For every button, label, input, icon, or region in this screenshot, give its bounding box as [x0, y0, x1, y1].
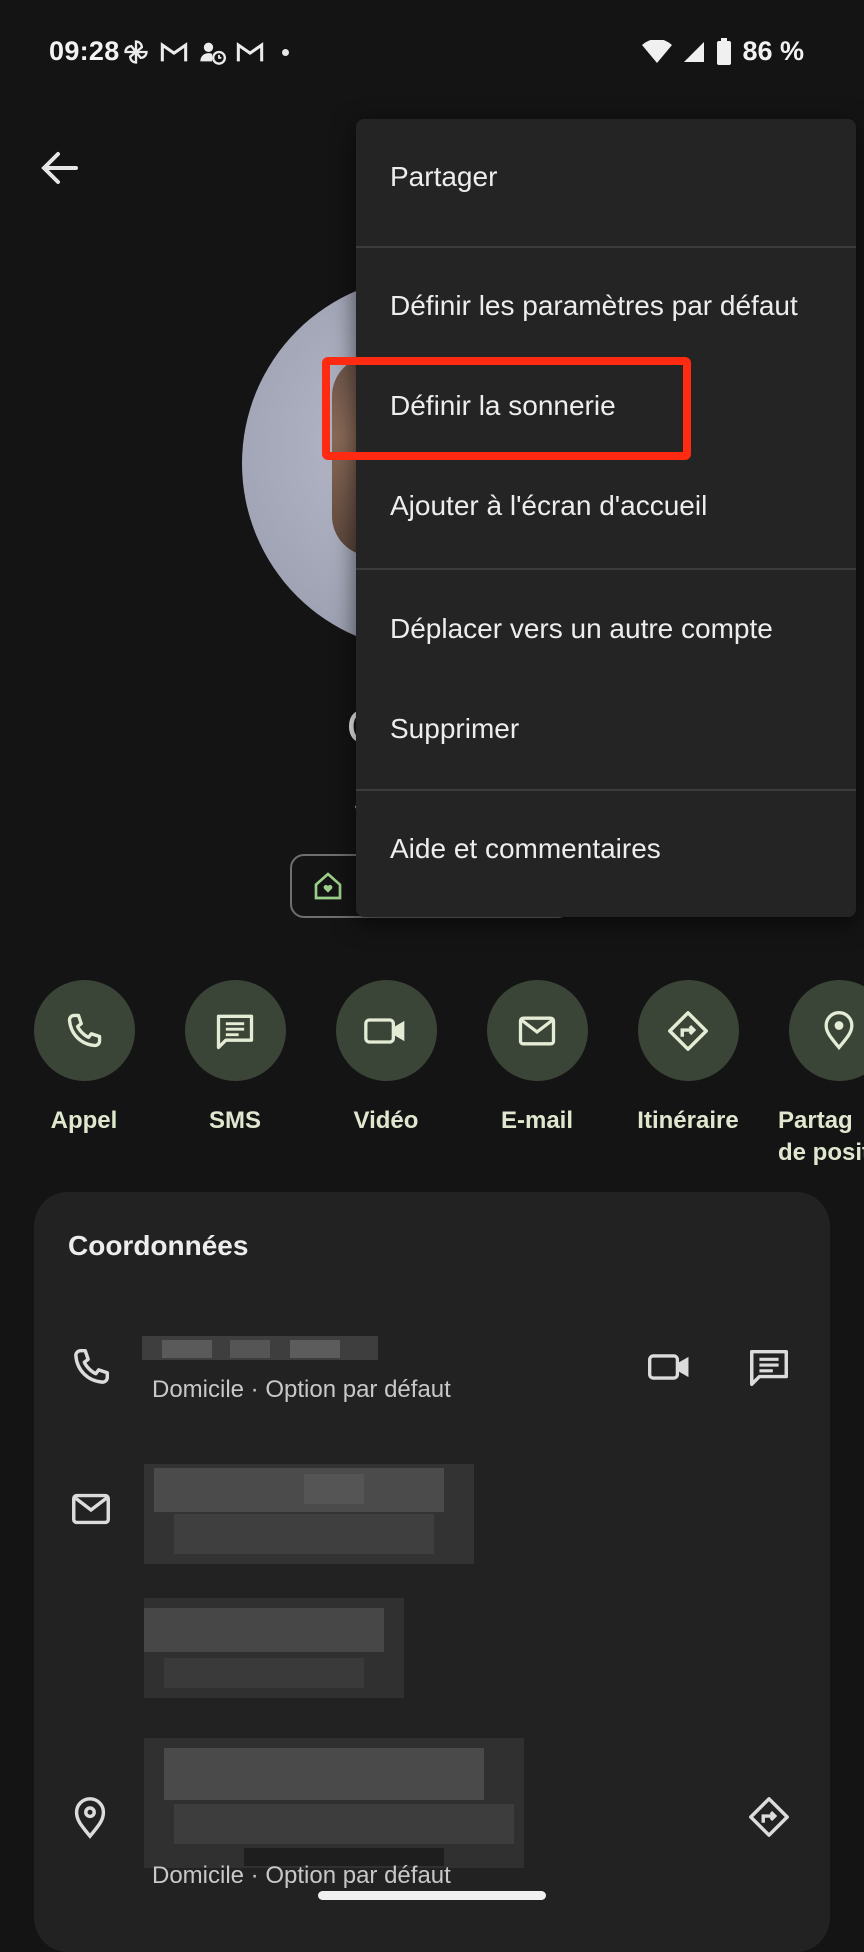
action-label-directions: Itinéraire	[613, 1105, 763, 1137]
status-bar: 09:28 86 %	[0, 0, 864, 104]
menu-item-label: Ajouter à l'écran d'accueil	[390, 490, 707, 522]
pinwheel-icon	[122, 38, 150, 66]
action-sms[interactable]: SMS	[160, 980, 310, 1137]
sms-button[interactable]	[185, 980, 286, 1081]
battery-icon	[716, 38, 732, 66]
gmail-icon	[160, 40, 188, 64]
sms-icon	[746, 1344, 792, 1390]
location-share-icon	[817, 1009, 861, 1053]
quick-actions: Appel SMS Vidéo E-mail Itinéraire Partag…	[0, 980, 864, 1160]
phone-icon	[62, 1009, 106, 1053]
overflow-menu: Partager Définir les paramètres par défa…	[356, 119, 856, 917]
directions-button[interactable]	[746, 1794, 792, 1840]
directions-icon	[665, 1008, 711, 1054]
video-call-button[interactable]	[646, 1344, 694, 1390]
call-button[interactable]	[34, 980, 135, 1081]
menu-divider	[356, 568, 856, 570]
video-icon	[362, 1009, 410, 1053]
menu-item-label: Supprimer	[390, 713, 519, 745]
status-time: 09:28	[49, 36, 120, 67]
battery-percent: 86 %	[742, 36, 804, 67]
menu-item-help-feedback[interactable]: Aide et commentaires	[356, 799, 856, 899]
notification-icons	[122, 38, 289, 66]
email-icon	[68, 1486, 114, 1532]
directions-icon	[746, 1794, 792, 1840]
phone-icon	[68, 1344, 114, 1390]
more-notifications-dot	[282, 49, 289, 56]
arrow-back-icon	[36, 144, 84, 192]
gesture-home-indicator[interactable]	[318, 1891, 546, 1900]
highlight-annotation	[322, 357, 691, 460]
action-call[interactable]: Appel	[9, 980, 159, 1137]
menu-item-delete[interactable]: Supprimer	[356, 679, 856, 779]
action-label-share-location: Partag de posit	[764, 1105, 864, 1169]
card-title: Coordonnées	[68, 1230, 248, 1262]
menu-item-label: Définir les paramètres par défaut	[390, 290, 798, 322]
home-heart-icon	[312, 870, 344, 902]
menu-divider	[356, 789, 856, 791]
address-redacted[interactable]	[144, 1738, 524, 1868]
email-redacted-2[interactable]	[144, 1598, 404, 1698]
email-redacted[interactable]	[144, 1464, 474, 1564]
menu-divider	[356, 246, 856, 248]
menu-item-add-to-home[interactable]: Ajouter à l'écran d'accueil	[356, 456, 856, 556]
sms-icon	[213, 1009, 257, 1053]
menu-item-label: Déplacer vers un autre compte	[390, 613, 773, 645]
phone-number-redacted[interactable]	[142, 1328, 378, 1368]
video-icon	[646, 1344, 694, 1390]
menu-item-share[interactable]: Partager	[356, 127, 856, 227]
phone-caption: Domicile · Option par défaut	[152, 1376, 451, 1404]
address-caption: Domicile · Option par défaut	[152, 1862, 451, 1890]
menu-item-label: Partager	[390, 161, 497, 193]
back-button[interactable]	[36, 144, 84, 192]
person-clock-icon	[198, 38, 226, 66]
location-pin-icon	[70, 1794, 110, 1840]
menu-item-label: Aide et commentaires	[390, 833, 661, 865]
menu-item-move-account[interactable]: Déplacer vers un autre compte	[356, 579, 856, 679]
video-button[interactable]	[336, 980, 437, 1081]
action-directions[interactable]: Itinéraire	[613, 980, 763, 1137]
action-video[interactable]: Vidéo	[311, 980, 461, 1137]
action-email[interactable]: E-mail	[462, 980, 612, 1137]
system-icons: 86 %	[642, 36, 804, 67]
contact-details-card: Coordonnées Domicile · Option par défaut	[34, 1192, 830, 1952]
message-button[interactable]	[746, 1344, 792, 1390]
action-share-location[interactable]: Partag de posit	[764, 980, 864, 1169]
email-icon	[515, 1009, 559, 1053]
wifi-icon	[642, 40, 672, 64]
action-label-sms: SMS	[160, 1105, 310, 1137]
email-button[interactable]	[487, 980, 588, 1081]
action-label-call: Appel	[9, 1105, 159, 1137]
share-location-button[interactable]	[789, 980, 864, 1081]
action-label-video: Vidéo	[311, 1105, 461, 1137]
signal-icon	[682, 40, 706, 64]
gmail-icon	[236, 40, 264, 64]
action-label-email: E-mail	[462, 1105, 612, 1137]
menu-item-set-defaults[interactable]: Définir les paramètres par défaut	[356, 256, 856, 356]
directions-button[interactable]	[638, 980, 739, 1081]
